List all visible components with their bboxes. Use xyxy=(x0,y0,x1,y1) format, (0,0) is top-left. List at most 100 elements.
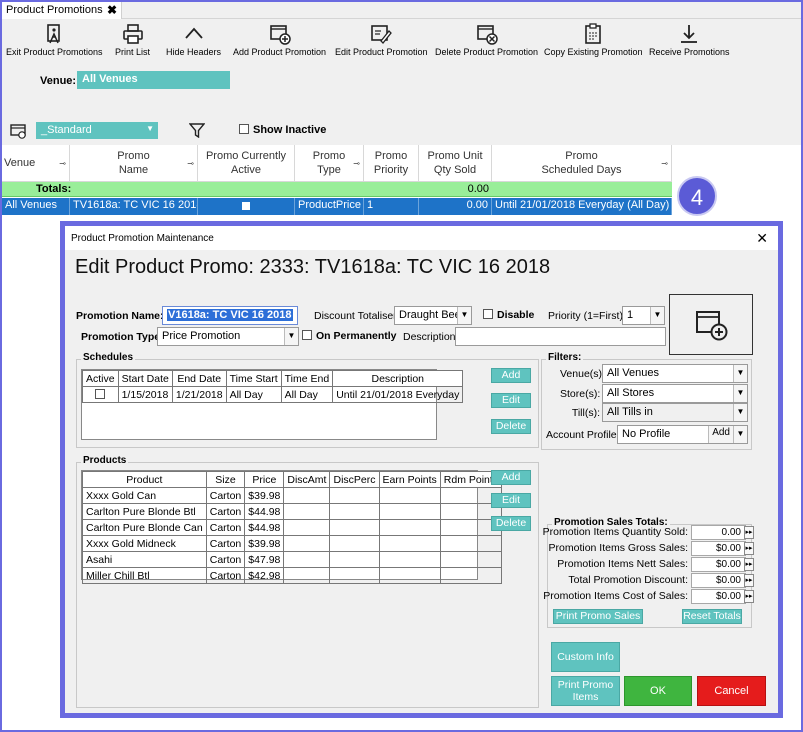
schedule-add-button[interactable]: Add xyxy=(491,368,531,383)
nett-sales-label: Promotion Items Nett Sales: xyxy=(557,558,688,570)
col-header-priority[interactable]: Promo Priority xyxy=(364,145,419,182)
tills-select[interactable]: All Tills in ▼ xyxy=(602,403,748,422)
promotion-type-select[interactable]: Price Promotion ▼ xyxy=(157,327,299,346)
product-cell: $42.98 xyxy=(244,567,285,584)
priority-select[interactable]: 1 ▼ xyxy=(622,306,665,325)
product-cell xyxy=(378,535,441,552)
close-icon[interactable]: ✕ xyxy=(756,230,768,247)
add-promotion-image-button[interactable] xyxy=(669,294,753,355)
table-row[interactable]: Miller Chill Btl Carton $42.98 xyxy=(82,567,503,584)
filters-title: Filters: xyxy=(546,352,584,363)
cell-promo-name: TV1618a: TC VIC 16 2018 xyxy=(70,198,198,215)
stores-select[interactable]: All Stores ▼ xyxy=(602,384,748,403)
schedule-active-checkbox[interactable] xyxy=(95,388,106,399)
expand-arrow-icon[interactable]: ▸▸ xyxy=(744,574,754,587)
on-permanently-box[interactable] xyxy=(302,330,312,340)
product-cell xyxy=(283,551,331,568)
cancel-button[interactable]: Cancel xyxy=(697,676,766,706)
description-input[interactable] xyxy=(455,327,666,346)
product-cell xyxy=(329,535,380,552)
add-promotion-label: Add Product Promotion xyxy=(233,47,327,57)
show-inactive-box[interactable] xyxy=(239,124,249,134)
copy-promotion-label: Copy Existing Promotion xyxy=(544,47,643,57)
table-row[interactable]: 1/15/2018 1/21/2018 All Day All Day Unti… xyxy=(82,386,464,403)
product-cell xyxy=(378,567,441,584)
hide-headers-button[interactable]: Hide Headers xyxy=(166,23,221,57)
schedules-table: Active Start Date End Date Time Start Ti… xyxy=(81,369,464,440)
dialog-body: Product Promotion Maintenance ✕ Edit Pro… xyxy=(65,226,778,713)
tab-product-promotions[interactable]: Product Promotions ✖ xyxy=(2,2,122,19)
total-discount-value: $0.00 xyxy=(691,573,746,588)
pin-icon[interactable]: ⊸ xyxy=(187,157,194,171)
active-checkbox[interactable] xyxy=(242,202,250,210)
show-inactive-checkbox[interactable]: Show Inactive xyxy=(239,124,326,136)
venues-label: Venue(s): xyxy=(560,368,605,380)
layout-select[interactable]: _Standard ▼ xyxy=(36,122,158,139)
product-edit-button[interactable]: Edit xyxy=(491,493,531,508)
col-header: Earn Points xyxy=(378,471,441,488)
receive-promotions-button[interactable]: Receive Promotions xyxy=(649,23,730,57)
reset-totals-button[interactable]: Reset Totals xyxy=(682,609,742,624)
schedule-edit-button[interactable]: Edit xyxy=(491,393,531,408)
print-list-button[interactable]: Print List xyxy=(115,23,150,57)
tab-strip: Product Promotions ✖ xyxy=(2,2,801,19)
col-header: Product xyxy=(82,471,207,488)
chevron-down-icon: ▼ xyxy=(733,385,747,402)
table-row[interactable]: All Venues TV1618a: TC VIC 16 2018 Produ… xyxy=(2,198,672,215)
disable-box[interactable] xyxy=(483,309,493,319)
table-row[interactable]: Asahi Carton $47.98 xyxy=(82,551,503,568)
table-row[interactable]: Carlton Pure Blonde Can Carton $44.98 xyxy=(82,519,503,536)
stores-label: Store(s): xyxy=(560,388,601,400)
cost-of-sales-label: Promotion Items Cost of Sales: xyxy=(543,590,688,602)
pin-icon[interactable]: ⊸ xyxy=(661,157,668,171)
col-header-type[interactable]: Promo Type ⊸ xyxy=(295,145,364,182)
copy-existing-promotion-button[interactable]: Copy Existing Promotion xyxy=(544,23,643,57)
expand-arrow-icon[interactable]: ▸▸ xyxy=(744,526,754,539)
schedule-delete-button[interactable]: Delete xyxy=(491,419,531,434)
close-tab-icon[interactable]: ✖ xyxy=(107,3,117,17)
delete-product-promotion-button[interactable]: Delete Product Promotion xyxy=(435,23,538,57)
print-promo-items-button[interactable]: Print Promo Items xyxy=(551,676,620,706)
product-cell xyxy=(378,503,441,520)
step-badge: 4 xyxy=(677,176,717,216)
custom-info-button[interactable]: Custom Info xyxy=(551,642,620,672)
venues-select[interactable]: All Venues ▼ xyxy=(602,364,748,383)
product-add-button[interactable]: Add xyxy=(491,470,531,485)
ok-button[interactable]: OK xyxy=(624,676,692,706)
account-add-button[interactable]: Add xyxy=(708,426,733,443)
table-row[interactable]: Xxxx Gold Can Carton $39.98 xyxy=(82,487,503,504)
expand-arrow-icon[interactable]: ▸▸ xyxy=(744,542,754,555)
discount-totaliser-select[interactable]: Draught Beer ▼ xyxy=(394,306,472,325)
col-header-active[interactable]: Promo Currently Active xyxy=(198,145,295,182)
col-header-venue[interactable]: Venue ⊸ xyxy=(2,145,70,182)
venue-select[interactable]: All Venues xyxy=(77,71,230,89)
col-header-qty-sold[interactable]: Promo Unit Qty Sold xyxy=(419,145,492,182)
print-promo-sales-button[interactable]: Print Promo Sales xyxy=(553,609,643,624)
edit-product-promotion-button[interactable]: Edit Product Promotion xyxy=(335,23,428,57)
disable-label: Disable xyxy=(497,309,535,321)
schedule-active-cell[interactable] xyxy=(82,386,119,403)
expand-arrow-icon[interactable]: ▸▸ xyxy=(744,590,754,603)
col-header: Size xyxy=(205,471,246,488)
disable-checkbox[interactable]: Disable xyxy=(483,309,534,321)
pin-icon[interactable]: ⊸ xyxy=(353,157,360,171)
account-profile-value: No Profile xyxy=(622,428,671,440)
col-header-scheduled-days[interactable]: Promo Scheduled Days ⊸ xyxy=(492,145,672,182)
account-profile-select[interactable]: No Profile Add ▼ xyxy=(617,425,748,444)
exit-product-promotions-button[interactable]: Exit Product Promotions xyxy=(6,23,103,57)
cell-active[interactable] xyxy=(198,198,295,215)
table-row[interactable]: Xxxx Gold Midneck Carton $39.98 xyxy=(82,535,503,552)
tills-label: Till(s): xyxy=(571,407,600,419)
add-product-promotion-button[interactable]: Add Product Promotion xyxy=(233,23,326,57)
pin-icon[interactable]: ⊸ xyxy=(59,157,66,171)
expand-arrow-icon[interactable]: ▸▸ xyxy=(744,558,754,571)
filter-icon[interactable] xyxy=(189,123,205,138)
product-cell: Carton xyxy=(205,519,246,536)
edit-promotion-label: Edit Product Promotion xyxy=(335,47,428,57)
col-header-promo-name[interactable]: Promo Name ⊸ xyxy=(70,145,198,182)
table-row[interactable]: Carlton Pure Blonde Btl Carton $44.98 xyxy=(82,503,503,520)
venue-label: Venue: xyxy=(40,75,77,87)
on-permanently-checkbox[interactable]: On Permanently xyxy=(302,330,397,342)
layout-view-icon[interactable] xyxy=(10,123,28,139)
promotion-name-input[interactable]: V1618a: TC VIC 16 2018 xyxy=(162,306,298,325)
